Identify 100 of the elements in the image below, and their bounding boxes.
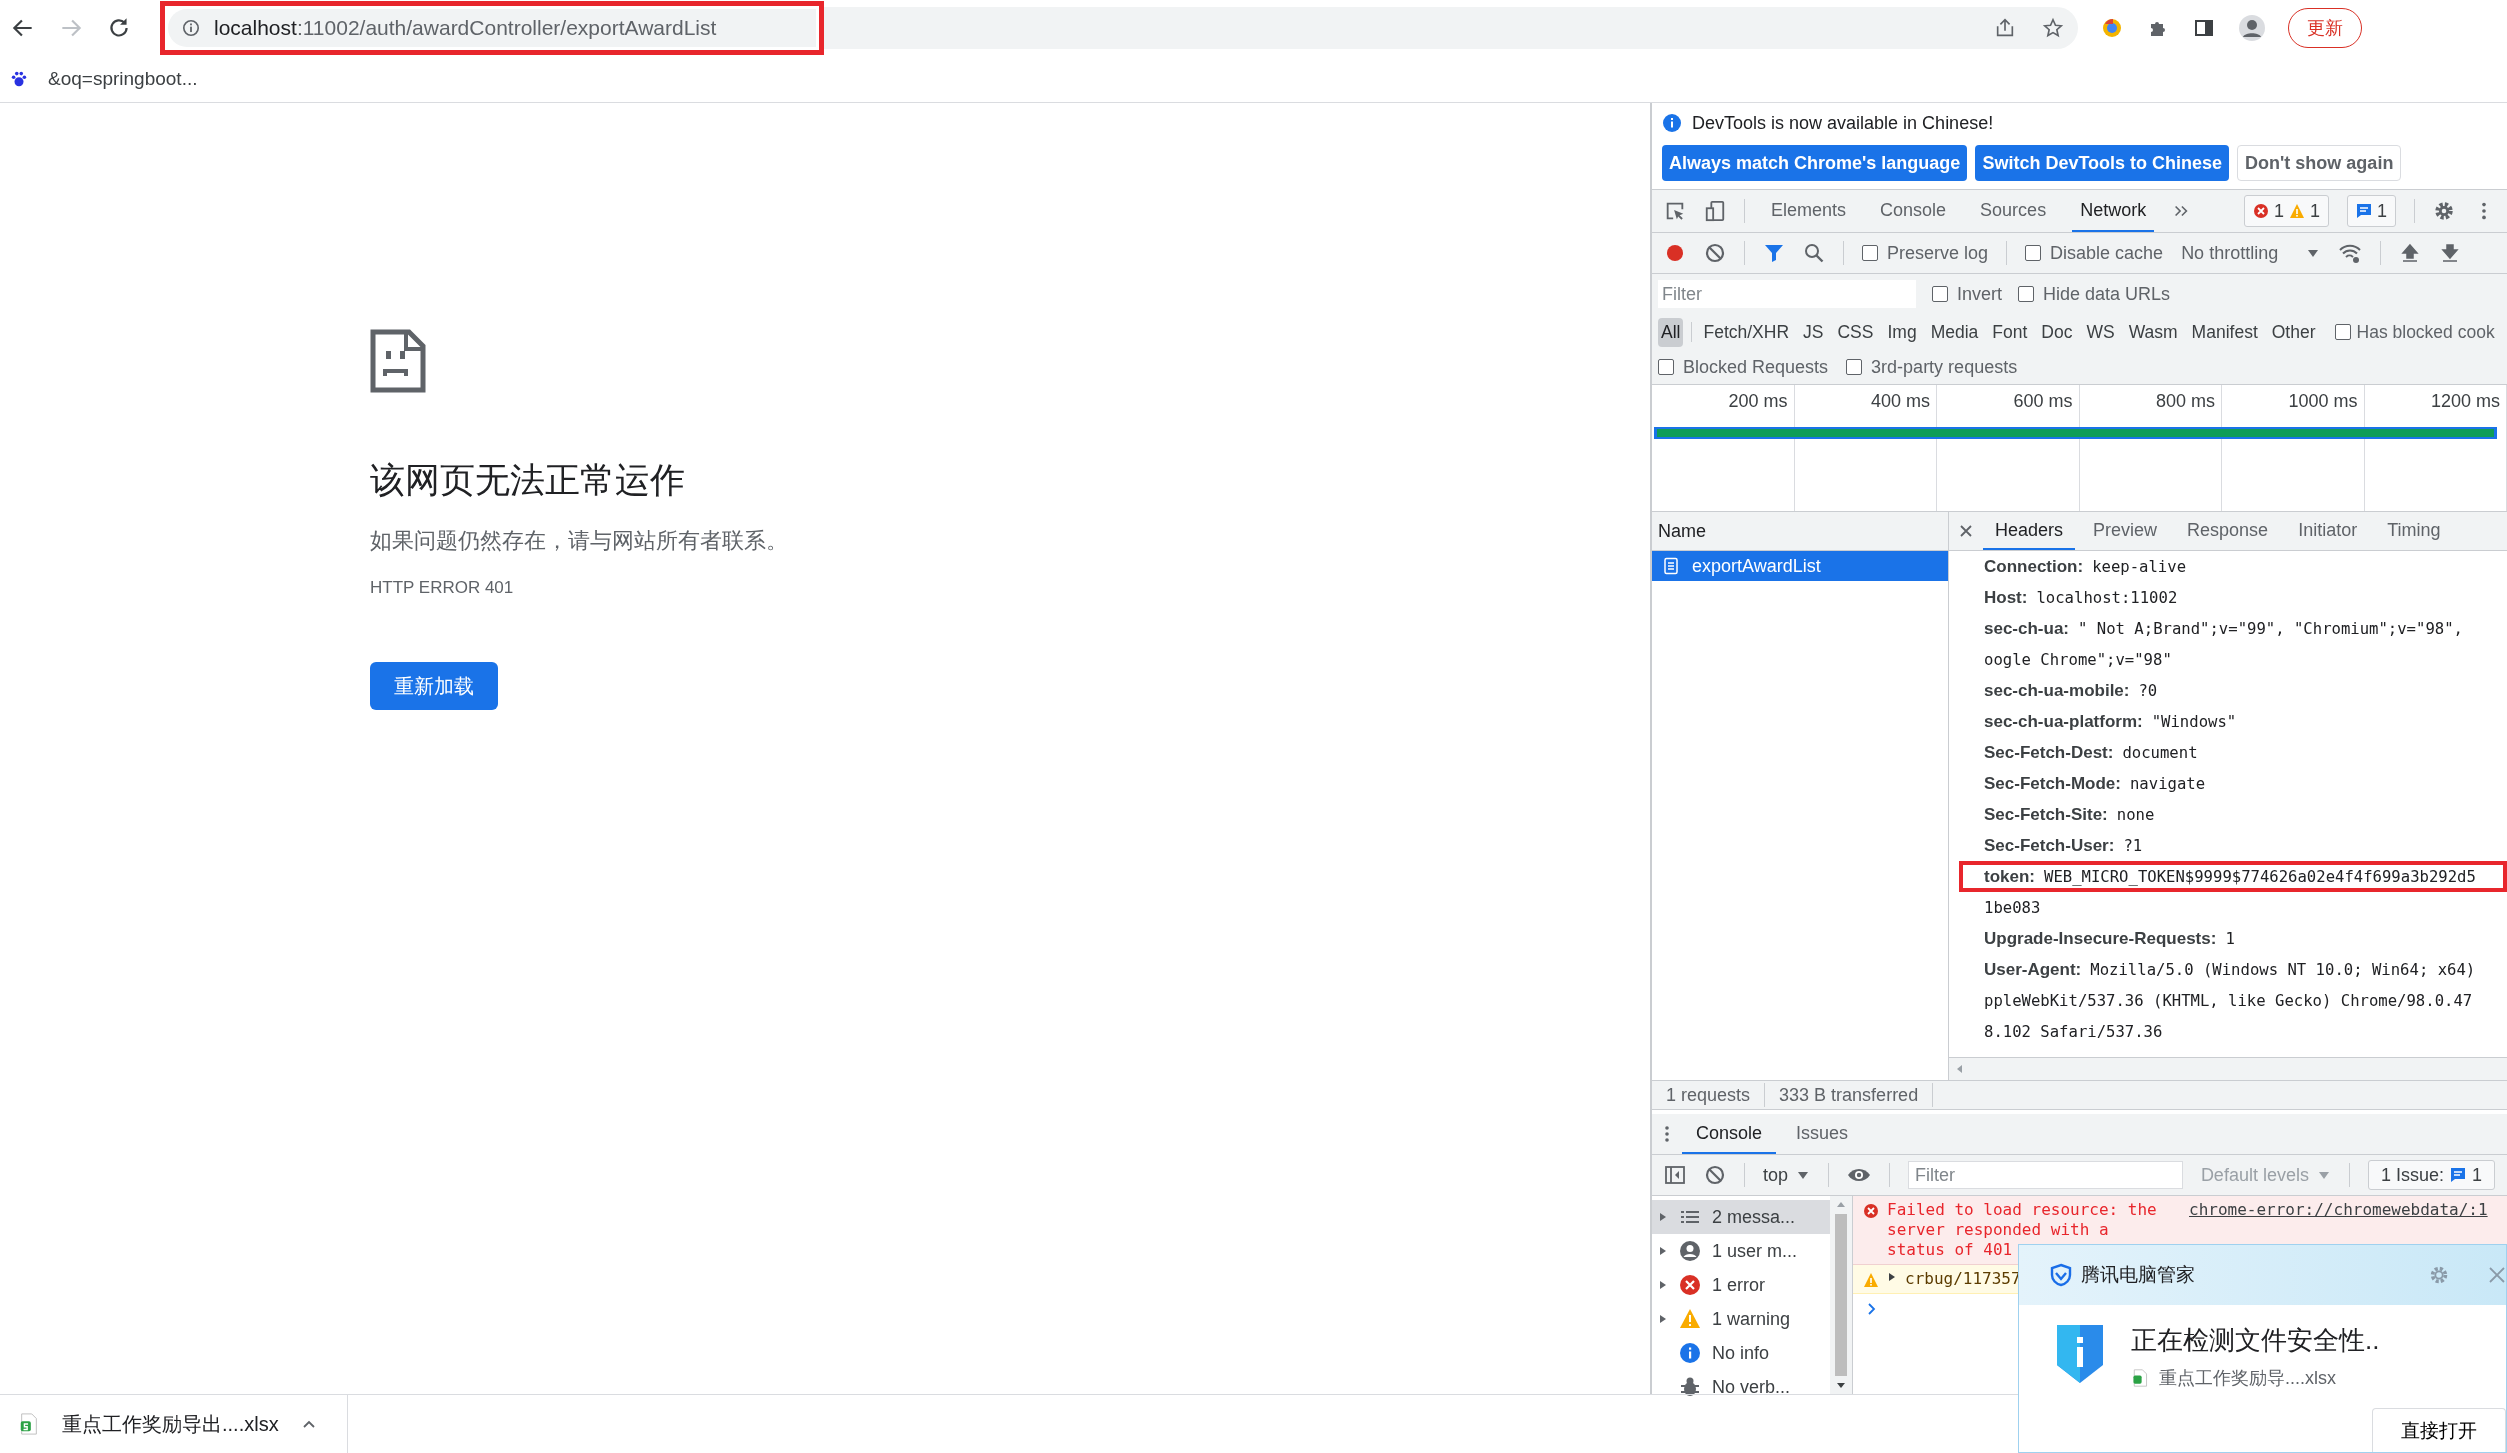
console-sidebar-item[interactable]: 1 user m... bbox=[1652, 1234, 1830, 1268]
detail-tab[interactable]: Preview bbox=[2081, 512, 2170, 550]
console-message: Failed to load resource: the server responded with a status of 401 bbox=[1887, 1200, 2158, 1260]
drawer-tab[interactable]: Issues bbox=[1782, 1114, 1863, 1154]
checkbox[interactable]: Preserve log bbox=[1862, 242, 1989, 264]
checkbox[interactable]: Hide data URLs bbox=[2018, 283, 2171, 305]
console-message: crbug/117357 bbox=[1905, 1269, 2021, 1289]
type-filter[interactable]: WS bbox=[2083, 317, 2118, 347]
error-title: 该网页无法正常运作 bbox=[370, 459, 685, 501]
type-filter[interactable]: Fetch/XHR bbox=[1700, 317, 1793, 347]
message-count: 1 bbox=[2377, 200, 2387, 222]
header-value: "Windows" bbox=[2151, 712, 2237, 731]
sidebar-label: No info bbox=[1712, 1342, 1770, 1364]
header-name: Sec-Fetch-Mode: bbox=[1984, 773, 2121, 794]
open-button[interactable]: 直接打开 bbox=[2372, 1408, 2506, 1452]
checkbox[interactable]: Disable cache bbox=[2025, 242, 2164, 264]
bookmark-item[interactable]: &oq=springboot... bbox=[10, 68, 198, 90]
type-filter[interactable]: Media bbox=[1927, 317, 1982, 347]
error-message: 如果问题仍然存在，请与网站所有者联系。 bbox=[370, 527, 788, 555]
header-value: " Not A;Brand";v="99", "Chromium";v="98", bbox=[2078, 619, 2463, 638]
throttling-dropdown[interactable]: No throttling bbox=[2181, 242, 2321, 264]
type-filter[interactable]: Other bbox=[2268, 317, 2319, 347]
request-row[interactable]: exportAwardList bbox=[1652, 551, 1948, 581]
summary-text: 1 requests bbox=[1666, 1084, 1751, 1106]
console-sidebar-item[interactable]: 1 error bbox=[1652, 1268, 1830, 1302]
header-value: ?0 bbox=[2138, 681, 2158, 700]
header-name: Host: bbox=[1984, 587, 2028, 608]
checkbox[interactable]: Invert bbox=[1932, 283, 2003, 305]
scan-status: 正在检测文件安全性.. bbox=[2131, 1324, 2380, 1357]
detail-tab[interactable]: Headers bbox=[1983, 512, 2076, 550]
issues-counter[interactable]: 1 1 bbox=[2243, 195, 2329, 227]
filter-field[interactable]: Filter bbox=[1908, 1161, 2183, 1189]
tick-label: 200 ms bbox=[1728, 391, 1788, 413]
devtools-tab[interactable]: Elements bbox=[1763, 190, 1855, 232]
tick-label: 1200 ms bbox=[2430, 391, 2500, 413]
context-dropdown[interactable]: top bbox=[1763, 1164, 1811, 1186]
header-value: 1 bbox=[2225, 929, 2235, 948]
error-count: 1 bbox=[2273, 200, 2284, 222]
reload-button[interactable]: 重新加载 bbox=[370, 662, 498, 710]
column-header[interactable]: Name bbox=[1652, 512, 1948, 551]
console-sidebar-item[interactable]: No info bbox=[1652, 1336, 1830, 1370]
source-link[interactable]: chrome-error://chromewebdata/:1 bbox=[2189, 1200, 2488, 1219]
detail-tab[interactable]: Response bbox=[2175, 512, 2281, 550]
type-filter[interactable]: Manifest bbox=[2188, 317, 2261, 347]
filter-field[interactable]: Filter bbox=[1658, 280, 1916, 308]
console-sidebar-item[interactable]: 2 messa... bbox=[1652, 1200, 1830, 1234]
header-name: User-Agent: bbox=[1984, 959, 2082, 980]
checkbox[interactable]: Blocked Requests bbox=[1658, 356, 1829, 378]
checkbox[interactable]: Has blocked cook bbox=[2334, 321, 2495, 343]
console-sidebar-item[interactable]: 1 warning bbox=[1652, 1302, 1830, 1336]
header-name: token: bbox=[1984, 866, 2035, 887]
sidebar-label: 2 messa... bbox=[1712, 1206, 1796, 1228]
tick-label: 600 ms bbox=[2013, 391, 2073, 413]
detail-tab[interactable]: Timing bbox=[2375, 512, 2453, 550]
type-filter[interactable]: All bbox=[1658, 317, 1684, 347]
header-name: Sec-Fetch-Site: bbox=[1984, 804, 2108, 825]
header-name: Sec-Fetch-Dest: bbox=[1984, 742, 2114, 763]
download-item[interactable]: 重点工作奖励导出....xlsx bbox=[18, 1395, 348, 1453]
header-name: Sec-Fetch-User: bbox=[1984, 835, 2115, 856]
header-value: navigate bbox=[2129, 774, 2206, 793]
issues-count: 1 bbox=[2472, 1164, 2482, 1186]
download-name: 重点工作奖励导出....xlsx bbox=[62, 1411, 279, 1437]
header-name: sec-ch-ua: bbox=[1984, 618, 2070, 639]
header-value: none bbox=[2116, 805, 2155, 824]
type-filter[interactable]: Font bbox=[1989, 317, 2031, 347]
detail-tab[interactable]: Initiator bbox=[2286, 512, 2370, 550]
type-filter[interactable]: CSS bbox=[1834, 317, 1877, 347]
update-button[interactable]: 更新 bbox=[2288, 8, 2362, 48]
devtools-tab[interactable]: Console bbox=[1872, 190, 1955, 232]
type-filter[interactable]: Doc bbox=[2038, 317, 2076, 347]
tick-label: 400 ms bbox=[1870, 391, 1930, 413]
issues-button[interactable]: 1 Issue: 1 bbox=[2367, 1160, 2495, 1190]
console-sidebar-item[interactable]: No verb... bbox=[1652, 1370, 1830, 1404]
header-value: ppleWebKit/537.36 (KHTML, like Gecko) Chrome/98.0.47 bbox=[1984, 991, 2473, 1010]
popup-title: 腾讯电脑管家 bbox=[2081, 1263, 2195, 1287]
sidebar-label: 1 error bbox=[1712, 1274, 1765, 1296]
header-name: Upgrade-Insecure-Requests: bbox=[1984, 928, 2217, 949]
address-bar[interactable]: localhost:11002/auth/awardController/exportAwardList bbox=[168, 9, 816, 47]
banner-button[interactable]: Always match Chrome's language bbox=[1662, 145, 1968, 181]
type-filter[interactable]: JS bbox=[1800, 317, 1827, 347]
header-value: keep-alive bbox=[2092, 557, 2187, 576]
tick-label: 800 ms bbox=[2155, 391, 2215, 413]
error-code: HTTP ERROR 401 bbox=[370, 578, 514, 598]
checkbox[interactable]: 3rd-party requests bbox=[1846, 356, 2018, 378]
header-value: Mozilla/5.0 (Windows NT 10.0; Win64; x64) bbox=[2090, 960, 2476, 979]
sidebar-label: 1 user m... bbox=[1712, 1240, 1798, 1262]
devtools-tab[interactable]: Sources bbox=[1972, 190, 2055, 232]
header-value: ?1 bbox=[2123, 836, 2143, 855]
type-filter[interactable]: Wasm bbox=[2125, 317, 2181, 347]
header-name: sec-ch-ua-platform: bbox=[1984, 711, 2143, 732]
header-name: Connection: bbox=[1984, 556, 2084, 577]
header-value: 1be083 bbox=[1984, 898, 2041, 917]
type-filter[interactable]: Img bbox=[1884, 317, 1920, 347]
header-value: WEB_MICRO_TOKEN$9999$774626a02e4f4f699a3b292d5 bbox=[2044, 867, 2476, 886]
messages-counter[interactable]: 1 bbox=[2347, 195, 2396, 227]
url-text: localhost:11002/auth/awardController/exportAwardList bbox=[214, 16, 717, 40]
banner-button[interactable]: Don't show again bbox=[2237, 145, 2402, 181]
header-name: sec-ch-ua-mobile: bbox=[1984, 680, 2130, 701]
header-value: oogle Chrome";v="98" bbox=[1984, 650, 2172, 669]
banner-button[interactable]: Switch DevTools to Chinese bbox=[1975, 145, 2230, 181]
